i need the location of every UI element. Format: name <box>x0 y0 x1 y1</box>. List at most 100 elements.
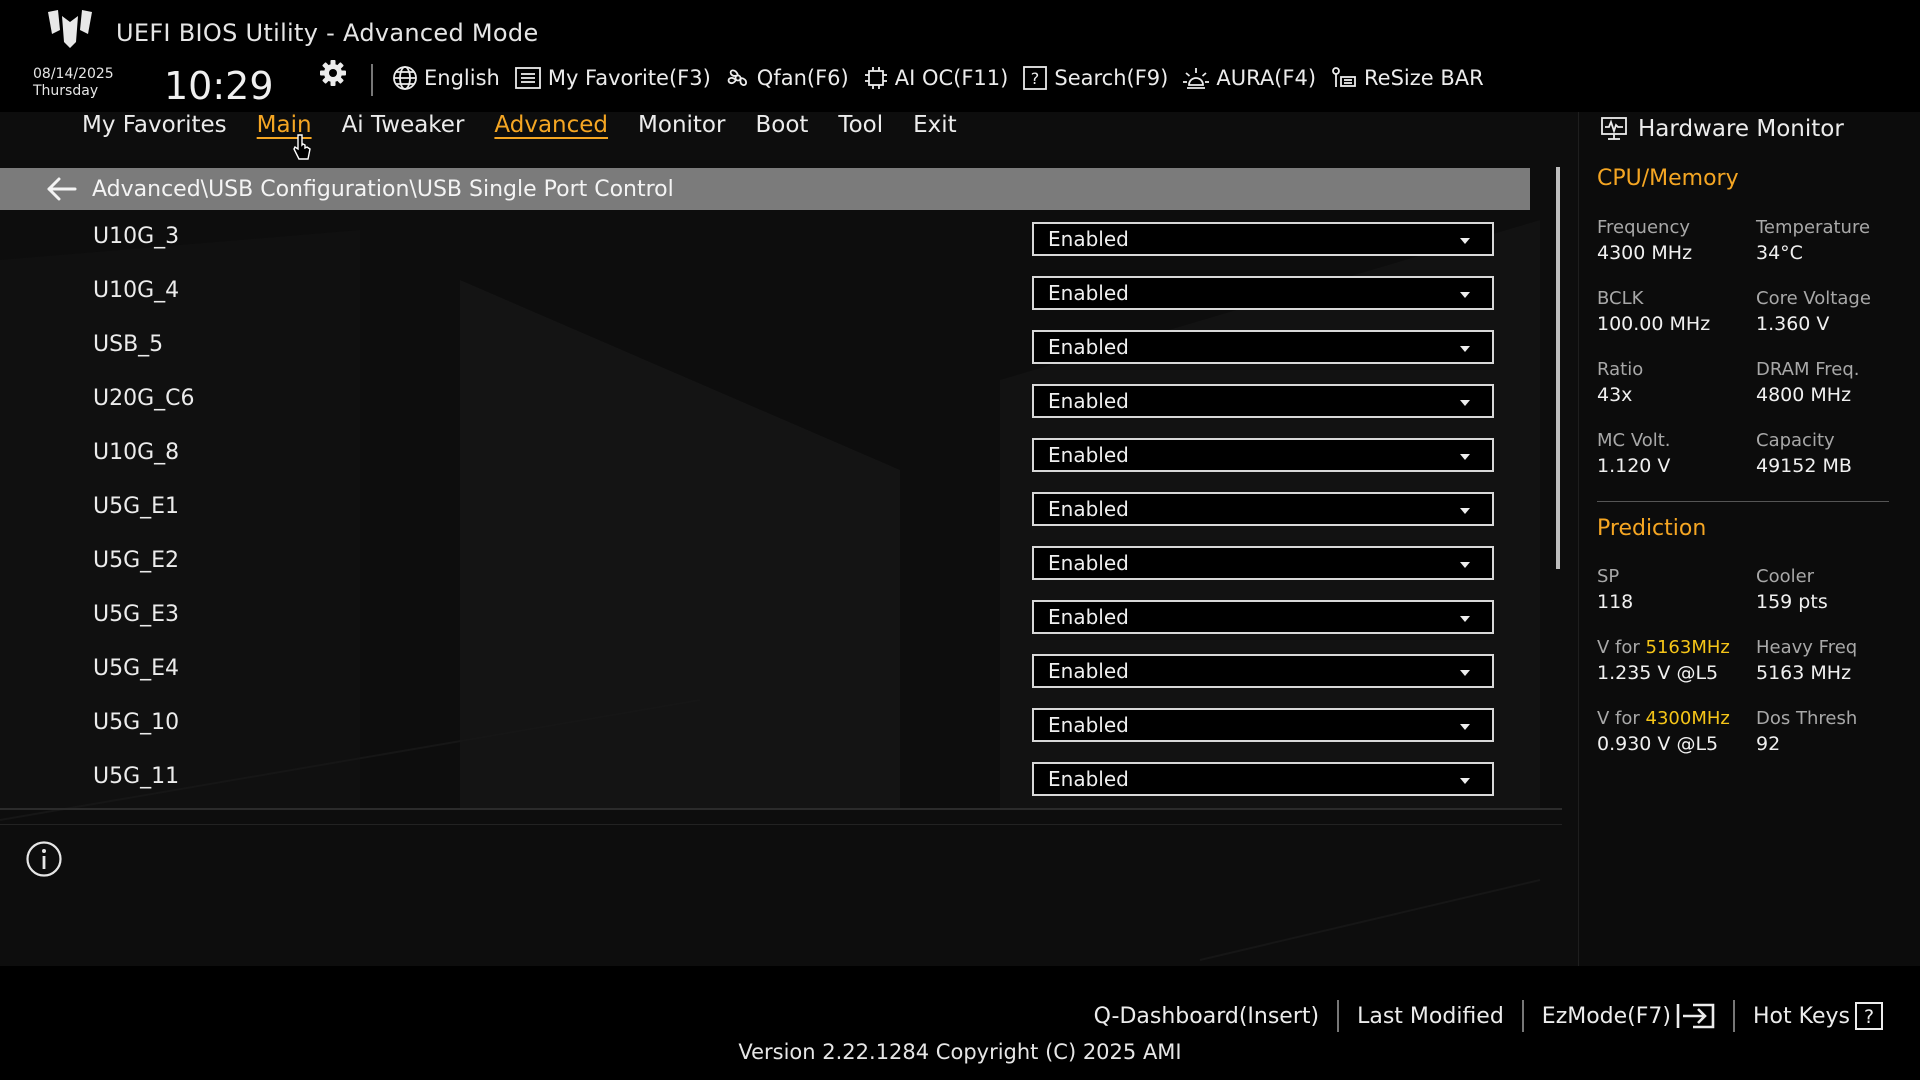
frequency-label: Frequency <box>1597 217 1690 238</box>
dram-freq-label: DRAM Freq. <box>1756 359 1860 380</box>
search-button[interactable]: ? Search(F9) <box>1022 65 1168 91</box>
svg-text:?: ? <box>1031 69 1040 88</box>
dropdown-value: Enabled <box>1048 389 1129 413</box>
hardware-monitor-divider <box>1597 501 1889 502</box>
tuf-logo <box>48 10 92 48</box>
clock[interactable]: 10:29 <box>164 64 274 108</box>
dropdown-value: Enabled <box>1048 227 1129 251</box>
setting-dropdown[interactable]: Enabled <box>1032 276 1494 310</box>
bclk-value: 100.00 MHz <box>1597 313 1711 335</box>
hot-keys-button[interactable]: Hot Keys ? <box>1735 1001 1902 1031</box>
setting-dropdown[interactable]: Enabled <box>1032 600 1494 634</box>
setting-dropdown[interactable]: Enabled <box>1032 330 1494 364</box>
v-for-freq1-label: V for 5163MHz <box>1597 637 1730 658</box>
info-icon <box>26 841 62 877</box>
language-button[interactable]: English <box>392 65 500 91</box>
resize-bar-button[interactable]: ReSize BAR <box>1330 65 1484 91</box>
dropdown-caret-icon <box>1460 238 1470 244</box>
aura-label: AURA(F4) <box>1216 66 1317 90</box>
dropdown-value: Enabled <box>1048 605 1129 629</box>
sp-label: SP <box>1597 566 1620 587</box>
ratio-value: 43x <box>1597 384 1633 406</box>
cpu-memory-title: CPU/Memory <box>1597 166 1739 191</box>
gear-icon[interactable] <box>318 58 348 88</box>
setting-label: U5G_E3 <box>93 602 180 627</box>
footer-links: Q-Dashboard(Insert) Last Modified EzMode… <box>1076 998 1902 1034</box>
setting-row: U5G_11 Enabled <box>0 754 1530 808</box>
svg-text:?: ? <box>1864 1006 1874 1028</box>
setting-dropdown[interactable]: Enabled <box>1032 708 1494 742</box>
setting-label: U5G_E2 <box>93 548 180 573</box>
capacity-label: Capacity <box>1756 430 1835 451</box>
tab-advanced[interactable]: Advanced <box>494 112 608 146</box>
tab-my-favorites[interactable]: My Favorites <box>82 112 227 146</box>
qfan-button[interactable]: Qfan(F6) <box>725 65 849 91</box>
my-favorite-label: My Favorite(F3) <box>547 66 711 90</box>
resize-bar-label: ReSize BAR <box>1364 66 1484 90</box>
v-for-prefix: V for <box>1597 708 1646 729</box>
help-panel <box>0 824 1562 965</box>
header-divider <box>371 64 373 96</box>
globe-icon <box>393 66 417 90</box>
tab-monitor[interactable]: Monitor <box>638 112 725 146</box>
aura-button[interactable]: AURA(F4) <box>1182 65 1316 91</box>
breadcrumb: Advanced\USB Configuration\USB Single Po… <box>0 168 1530 210</box>
setting-label: U10G_8 <box>93 440 180 465</box>
setting-dropdown[interactable]: Enabled <box>1032 384 1494 418</box>
setting-dropdown[interactable]: Enabled <box>1032 438 1494 472</box>
my-favorite-button[interactable]: My Favorite(F3) <box>514 66 711 90</box>
temperature-label: Temperature <box>1756 217 1871 238</box>
ai-oc-label: AI OC(F11) <box>894 66 1009 90</box>
setting-dropdown[interactable]: Enabled <box>1032 762 1494 796</box>
sp-value: 118 <box>1597 591 1634 613</box>
language-label: English <box>424 66 500 90</box>
dropdown-caret-icon <box>1460 292 1470 298</box>
dropdown-caret-icon <box>1460 508 1470 514</box>
setting-row: U5G_E4 Enabled <box>0 646 1530 700</box>
dropdown-value: Enabled <box>1048 767 1129 791</box>
resize-bar-icon <box>1332 67 1356 87</box>
hardware-monitor-title: Hardware Monitor <box>1600 116 1844 142</box>
setting-row: USB_5 Enabled <box>0 322 1530 376</box>
dropdown-value: Enabled <box>1048 497 1129 521</box>
q-dashboard-button[interactable]: Q-Dashboard(Insert) <box>1076 1004 1338 1029</box>
dropdown-value: Enabled <box>1048 659 1129 683</box>
hardware-monitor-label: Hardware Monitor <box>1638 116 1844 142</box>
mc-volt-value: 1.120 V <box>1597 455 1671 477</box>
tab-tool[interactable]: Tool <box>838 112 883 146</box>
heavy-freq-label: Heavy Freq <box>1756 637 1858 658</box>
favorite-list-icon <box>514 67 541 89</box>
monitor-icon <box>1601 117 1627 140</box>
settings-list: U10G_3 Enabled U10G_4 Enabled USB_5 Enab… <box>0 214 1530 808</box>
tab-ai-tweaker[interactable]: Ai Tweaker <box>342 112 465 146</box>
v-for-freq2-label: V for 4300MHz <box>1597 708 1730 729</box>
cooler-label: Cooler <box>1756 566 1815 587</box>
dropdown-caret-icon <box>1460 670 1470 676</box>
v-for-prefix: V for <box>1597 637 1646 658</box>
prediction-title: Prediction <box>1597 516 1707 541</box>
scrollbar[interactable] <box>1556 167 1560 569</box>
tab-boot[interactable]: Boot <box>755 112 808 146</box>
dos-thresh-label: Dos Thresh <box>1756 708 1858 729</box>
setting-dropdown[interactable]: Enabled <box>1032 492 1494 526</box>
dropdown-caret-icon <box>1460 400 1470 406</box>
ezmode-button[interactable]: EzMode(F7) <box>1524 1002 1733 1030</box>
aura-light-icon <box>1183 68 1210 89</box>
setting-dropdown[interactable]: Enabled <box>1032 222 1494 256</box>
app-title: UEFI BIOS Utility - Advanced Mode <box>116 19 539 47</box>
setting-dropdown[interactable]: Enabled <box>1032 546 1494 580</box>
tab-exit[interactable]: Exit <box>913 112 957 146</box>
setting-dropdown[interactable]: Enabled <box>1032 654 1494 688</box>
core-voltage-value: 1.360 V <box>1756 313 1830 335</box>
breadcrumb-path: Advanced\USB Configuration\USB Single Po… <box>92 176 674 202</box>
dropdown-caret-icon <box>1460 724 1470 730</box>
v-for-freq1-value: 1.235 V @L5 <box>1597 662 1719 684</box>
back-arrow-icon[interactable] <box>46 177 78 201</box>
dram-freq-value: 4800 MHz <box>1756 384 1852 406</box>
capacity-value: 49152 MB <box>1756 455 1852 477</box>
version-text: Version 2.22.1284 Copyright (C) 2025 AMI <box>738 1040 1182 1064</box>
ai-oc-button[interactable]: AI OC(F11) <box>863 65 1009 91</box>
date-text: 08/14/2025 <box>33 66 114 82</box>
dropdown-caret-icon <box>1460 454 1470 460</box>
last-modified-button[interactable]: Last Modified <box>1339 1004 1522 1029</box>
